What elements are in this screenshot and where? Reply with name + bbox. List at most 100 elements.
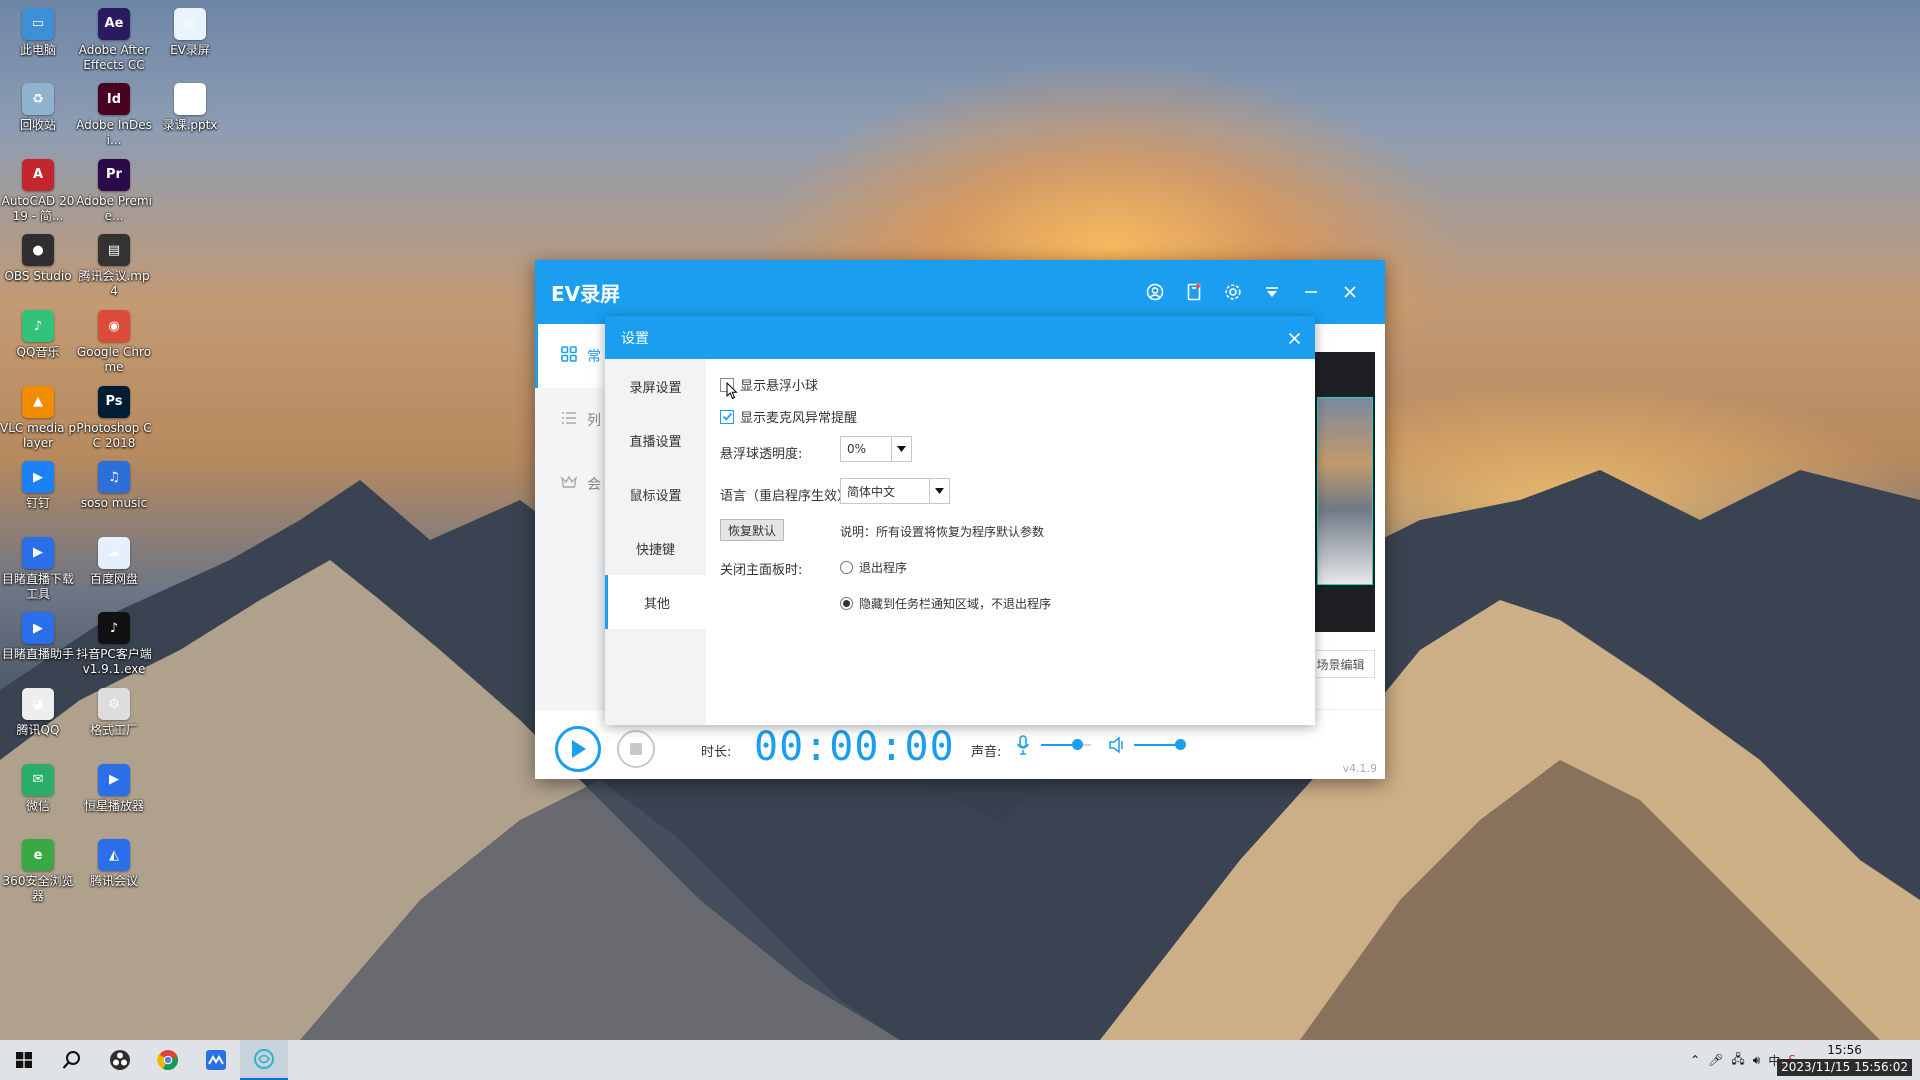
desktop-icon[interactable]: ⚙ 格式工厂 xyxy=(76,684,152,738)
app-icon: ▤ xyxy=(98,234,130,267)
bookmark-icon[interactable] xyxy=(1174,273,1213,312)
option-hide-to-tray[interactable]: 隐藏到任务栏通知区域，不退出程序 xyxy=(840,595,1051,612)
mic-alert-checkbox[interactable] xyxy=(720,409,734,424)
play-icon xyxy=(572,740,586,758)
desktop-icon-label: 腾讯QQ xyxy=(16,723,60,737)
desktop-icon[interactable]: Ps Photoshop CC 2018 xyxy=(76,382,152,451)
tab-mouse-settings[interactable]: 鼠标设置 xyxy=(605,467,706,521)
ev-recorder-icon xyxy=(254,1049,274,1069)
desktop-icon[interactable]: ▭ 此电脑 xyxy=(0,4,76,58)
speaker-volume-slider[interactable] xyxy=(1134,739,1186,750)
record-start-button[interactable] xyxy=(555,726,601,772)
start-button[interactable] xyxy=(0,1040,48,1080)
ev-sidebar-item-common[interactable]: 常 xyxy=(535,324,605,388)
duration-label: 时长: xyxy=(701,745,732,760)
app-icon: ♪ xyxy=(22,310,54,342)
desktop-icon[interactable]: ♪ QQ音乐 xyxy=(0,306,76,360)
hide-radio[interactable] xyxy=(840,597,853,610)
desktop-icon[interactable]: ▶ 恒星播放器 xyxy=(76,760,152,814)
desktop-icon[interactable]: 录课.pptx xyxy=(152,79,228,133)
taskbar-chrome[interactable] xyxy=(144,1040,192,1080)
desktop-icon-label: 腾讯会议 xyxy=(89,874,138,889)
ev-title-bar[interactable]: EV录屏 xyxy=(535,260,1385,324)
settings-title-bar[interactable]: 设置 xyxy=(605,316,1315,359)
close-icon[interactable] xyxy=(1330,273,1369,312)
restore-defaults-note: 说明：所有设置将恢复为程序默认参数 xyxy=(840,525,1045,539)
tencent-meeting-icon xyxy=(206,1050,226,1070)
microphone-volume-knob[interactable] xyxy=(1072,739,1083,750)
scene-edit-button[interactable]: 场景编辑 xyxy=(1307,650,1375,678)
desktop-icon[interactable]: Ae Adobe After Effects CC ... xyxy=(76,4,152,88)
option-exit-program[interactable]: 退出程序 xyxy=(840,559,907,576)
desktop-icon[interactable]: e 360安全浏览器 xyxy=(0,835,76,904)
mouse-cursor-icon xyxy=(726,382,738,400)
app-icon: ⚙ xyxy=(98,688,130,720)
desktop-icon-label: 格式工厂 xyxy=(89,723,138,737)
dropdown-menu-icon[interactable] xyxy=(1252,273,1291,312)
network-icon[interactable]: 🖧︎ xyxy=(1731,1050,1744,1071)
tab-live-settings[interactable]: 直播设置 xyxy=(605,413,706,467)
desktop-icon[interactable]: ◉ Google Chrome xyxy=(76,306,152,375)
app-icon: Ae xyxy=(98,7,130,40)
desktop-icon[interactable]: ▤ 腾讯会议.mp4 xyxy=(76,230,152,299)
desktop-icon[interactable]: ♻ 回收站 xyxy=(0,79,76,133)
volume-icon[interactable]: 🔊︎ xyxy=(1753,1053,1761,1068)
microphone-volume-slider[interactable] xyxy=(1041,739,1091,750)
desktop-icon[interactable]: Pr Adobe Premie... xyxy=(76,155,152,224)
taskbar-obs[interactable] xyxy=(96,1040,144,1080)
taskbar-tencent-meeting[interactable] xyxy=(192,1040,240,1080)
chevron-down-icon[interactable] xyxy=(929,479,949,503)
volume-label: 声音: xyxy=(971,745,1002,760)
mic-alert-option[interactable]: 显示麦克风异常提醒 xyxy=(720,407,857,426)
chevron-up-icon[interactable]: ⌃ xyxy=(1690,1053,1700,1067)
microphone-tray-icon[interactable]: 🎤︎ xyxy=(1708,1053,1723,1067)
ev-sidebar-item-member[interactable]: 会 xyxy=(535,452,605,516)
app-icon: ✉ xyxy=(22,763,54,796)
desktop-icon[interactable]: ▲ VLC media player xyxy=(0,382,76,451)
opacity-select[interactable]: 0% xyxy=(840,436,912,462)
chevron-down-icon[interactable] xyxy=(891,437,911,461)
language-value: 简体中文 xyxy=(847,484,896,499)
desktop-icon[interactable]: ▶ 目睹直播助手 xyxy=(0,608,76,662)
tab-record-settings[interactable]: 录屏设置 xyxy=(605,359,706,413)
desktop-icon-label: 百度网盘 xyxy=(89,571,138,586)
user-icon[interactable] xyxy=(1135,273,1174,312)
desktop-icon[interactable]: ♪ 抖音PC客户端 v1.9.1.exe xyxy=(76,608,152,677)
desktop-icon[interactable]: ☁ 百度网盘 xyxy=(76,533,152,587)
exit-radio[interactable] xyxy=(840,561,853,574)
speaker-volume-knob[interactable] xyxy=(1174,739,1186,750)
desktop-icon[interactable]: Id Adobe InDesi... xyxy=(76,79,152,148)
desktop-icon[interactable]: ◕ 腾讯QQ xyxy=(0,684,76,738)
minimize-icon[interactable] xyxy=(1291,273,1330,312)
microphone-icon[interactable] xyxy=(1016,735,1030,759)
recording-timer: 00:00:00 xyxy=(754,724,955,770)
ev-sidebar-item-list[interactable]: 列 xyxy=(535,388,605,452)
desktop-icon[interactable]: ✉ 微信 xyxy=(0,760,76,814)
desktop-icon[interactable]: ♫ soso music xyxy=(76,457,152,511)
settings-tab-list: 录屏设置 直播设置 鼠标设置 快捷键 其他 xyxy=(605,359,706,725)
preview-thumbnail xyxy=(1317,397,1373,585)
taskbar-clock[interactable]: 15:56 2023/11/15 15:56:02 xyxy=(1777,1042,1912,1076)
desktop-icon-label: Photoshop CC 2018 xyxy=(76,420,152,450)
desktop-icon[interactable]: ◭ 腾讯会议 xyxy=(76,835,152,889)
settings-close-button[interactable] xyxy=(1283,327,1305,349)
desktop-icon-label: EV录屏 xyxy=(170,42,210,57)
speaker-icon[interactable] xyxy=(1109,736,1125,758)
desktop-icon[interactable]: ▶ 钉钉 xyxy=(0,457,76,511)
app-icon: A xyxy=(22,158,54,191)
language-select[interactable]: 简体中文 xyxy=(840,478,950,504)
search-button[interactable] xyxy=(48,1040,96,1080)
record-stop-button[interactable] xyxy=(617,730,655,768)
tab-other[interactable]: 其他 xyxy=(605,575,706,629)
tab-hotkeys[interactable]: 快捷键 xyxy=(605,521,706,575)
desktop-icon[interactable]: ◎ EV录屏 xyxy=(152,4,228,58)
desktop-icon[interactable]: ● OBS Studio xyxy=(0,230,76,284)
close-icon xyxy=(1288,332,1300,344)
app-icon: ▶ xyxy=(22,461,54,494)
taskbar-ev-recorder[interactable] xyxy=(240,1040,288,1080)
desktop-icon[interactable]: ▶ 目睹直播下载工具 xyxy=(0,533,76,602)
settings-gear-icon[interactable] xyxy=(1213,273,1252,312)
app-icon: ♪ xyxy=(98,612,130,645)
restore-defaults-button[interactable]: 恢复默认 xyxy=(720,519,785,541)
desktop-icon[interactable]: A AutoCAD 2019 - 简... xyxy=(0,155,76,224)
